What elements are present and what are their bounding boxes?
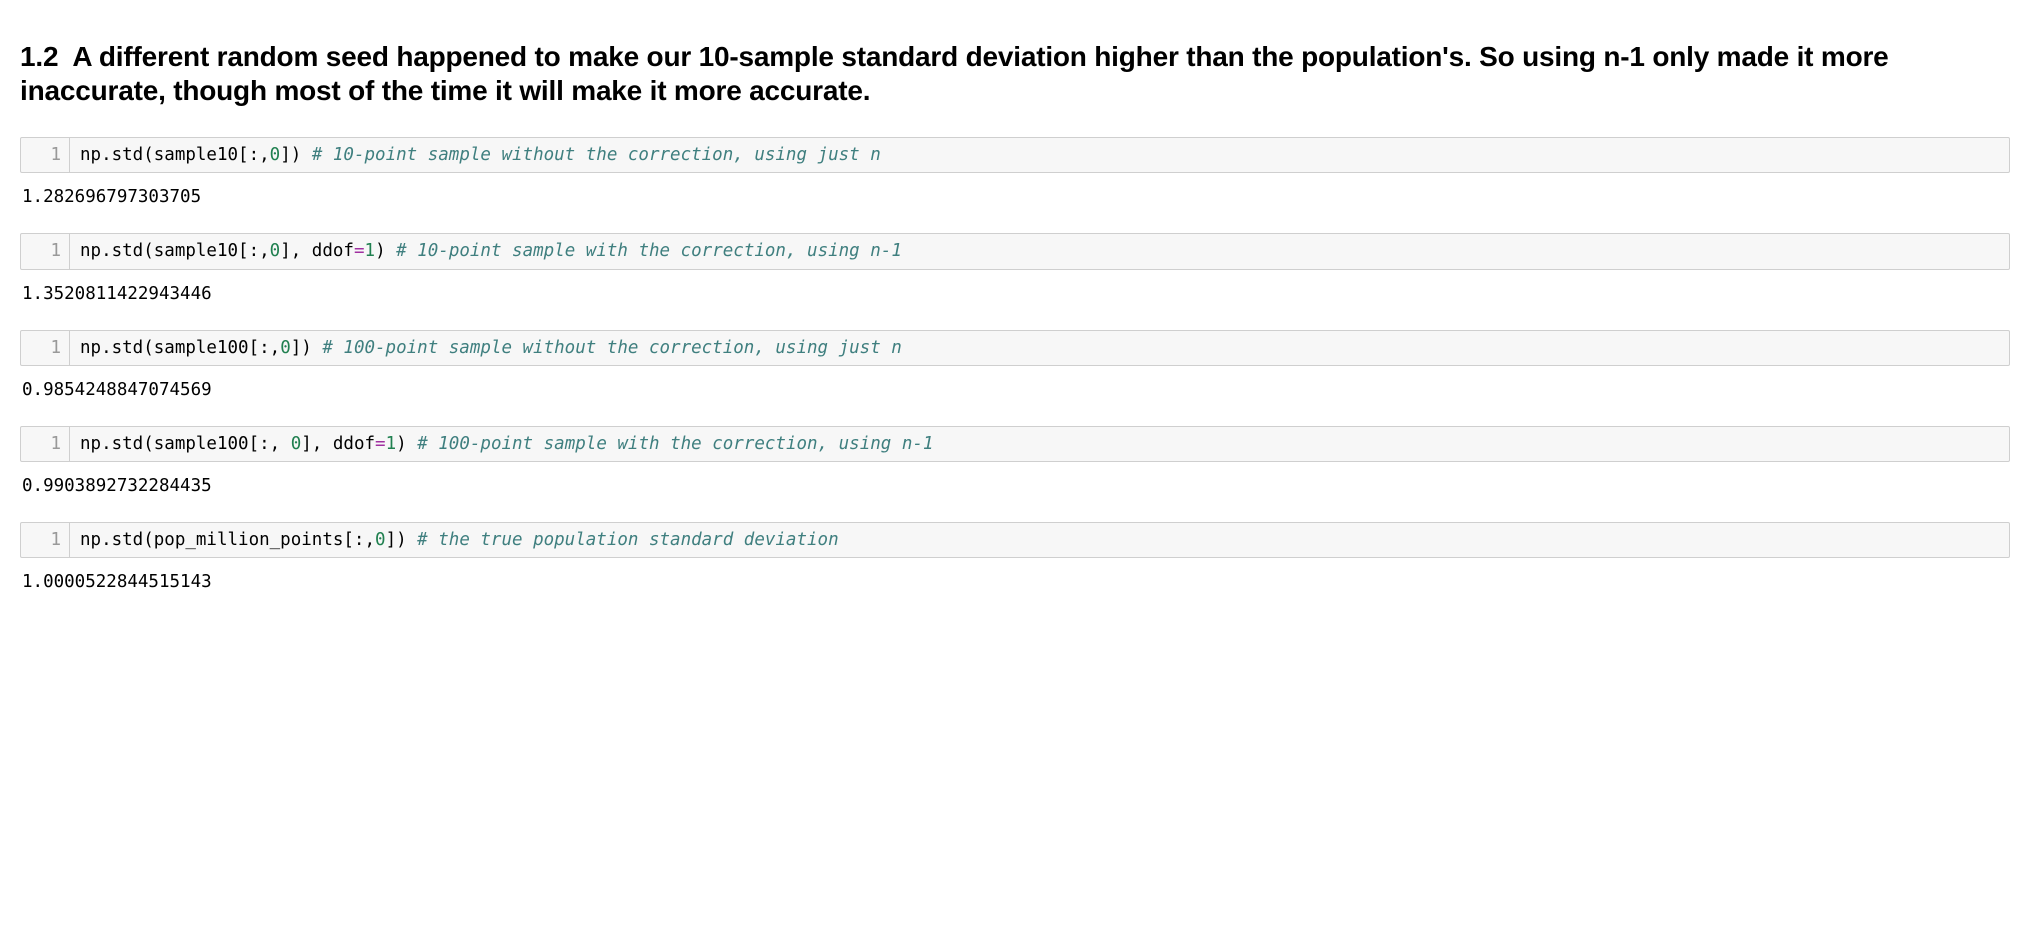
code-token: np.std(sample100[:, xyxy=(80,434,291,454)
code-token-number: 0 xyxy=(270,145,281,165)
section-heading: 1.2A different random seed happened to m… xyxy=(20,40,2010,107)
code-token: np.std(sample10[:, xyxy=(80,145,270,165)
line-number: 1 xyxy=(21,427,70,461)
code-token-operator: = xyxy=(375,434,386,454)
notebook-cell: 1 np.std(sample10[:,0]) # 10-point sampl… xyxy=(20,137,2010,207)
code-comment: # 10-point sample with the correction, u… xyxy=(396,241,902,261)
cell-output: 1.282696797303705 xyxy=(20,173,2010,207)
notebook-page: 1.2A different random seed happened to m… xyxy=(0,0,2030,648)
code-line: np.std(sample10[:,0], ddof=1) # 10-point… xyxy=(70,234,2009,268)
code-token: ]) xyxy=(291,338,323,358)
code-token-number: 1 xyxy=(365,241,376,261)
code-comment: # 100-point sample without the correctio… xyxy=(322,338,901,358)
code-token-number: 1 xyxy=(386,434,397,454)
code-token: ) xyxy=(396,434,417,454)
code-input[interactable]: 1 np.std(sample100[:,0]) # 100-point sam… xyxy=(20,330,2010,366)
code-token-number: 0 xyxy=(291,434,302,454)
code-line: np.std(sample10[:,0]) # 10-point sample … xyxy=(70,138,2009,172)
code-token: ]) xyxy=(280,145,312,165)
code-token: np.std(pop_million_points[:, xyxy=(80,530,375,550)
code-token-number: 0 xyxy=(280,338,291,358)
code-token-number: 0 xyxy=(270,241,281,261)
code-token: np.std(sample100[:, xyxy=(80,338,280,358)
code-token: ) xyxy=(375,241,396,261)
code-token-operator: = xyxy=(354,241,365,261)
code-token: ], ddof xyxy=(301,434,375,454)
line-number: 1 xyxy=(21,138,70,172)
code-input[interactable]: 1 np.std(pop_million_points[:,0]) # the … xyxy=(20,522,2010,558)
code-token-number: 0 xyxy=(375,530,386,550)
notebook-cell: 1 np.std(sample100[:,0]) # 100-point sam… xyxy=(20,330,2010,400)
section-number: 1.2 xyxy=(20,41,58,72)
notebook-cell: 1 np.std(pop_million_points[:,0]) # the … xyxy=(20,522,2010,592)
notebook-cell: 1 np.std(sample10[:,0], ddof=1) # 10-poi… xyxy=(20,233,2010,303)
cell-output: 0.9854248847074569 xyxy=(20,366,2010,400)
line-number: 1 xyxy=(21,331,70,365)
code-input[interactable]: 1 np.std(sample10[:,0]) # 10-point sampl… xyxy=(20,137,2010,173)
code-comment: # the true population standard deviation xyxy=(417,530,838,550)
section-title: A different random seed happened to make… xyxy=(20,41,1889,106)
code-input[interactable]: 1 np.std(sample10[:,0], ddof=1) # 10-poi… xyxy=(20,233,2010,269)
code-comment: # 100-point sample with the correction, … xyxy=(417,434,933,454)
notebook-cell: 1 np.std(sample100[:, 0], ddof=1) # 100-… xyxy=(20,426,2010,496)
cell-output: 1.0000522844515143 xyxy=(20,558,2010,592)
code-line: np.std(sample100[:, 0], ddof=1) # 100-po… xyxy=(70,427,2009,461)
code-line: np.std(pop_million_points[:,0]) # the tr… xyxy=(70,523,2009,557)
code-comment: # 10-point sample without the correction… xyxy=(312,145,881,165)
code-input[interactable]: 1 np.std(sample100[:, 0], ddof=1) # 100-… xyxy=(20,426,2010,462)
code-token: np.std(sample10[:, xyxy=(80,241,270,261)
line-number: 1 xyxy=(21,234,70,268)
cell-output: 1.3520811422943446 xyxy=(20,270,2010,304)
line-number: 1 xyxy=(21,523,70,557)
code-token: ]) xyxy=(386,530,418,550)
code-token: ], ddof xyxy=(280,241,354,261)
cell-output: 0.9903892732284435 xyxy=(20,462,2010,496)
code-line: np.std(sample100[:,0]) # 100-point sampl… xyxy=(70,331,2009,365)
